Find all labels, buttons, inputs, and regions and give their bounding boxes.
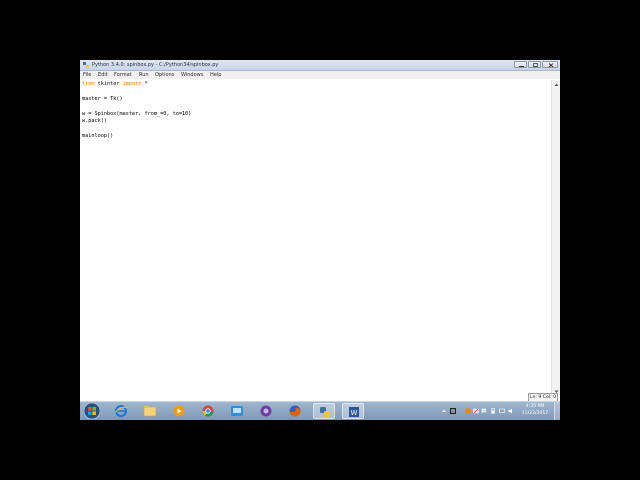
keyword-from: from [82, 81, 95, 87]
taskbar-chrome[interactable] [197, 403, 219, 419]
menu-format[interactable]: Format [114, 71, 132, 79]
menu-bar: File Edit Format Run Options Windows Hel… [80, 71, 560, 79]
taskbar-word[interactable]: W [342, 403, 364, 419]
close-button[interactable] [542, 61, 558, 68]
internet-explorer-icon [114, 405, 129, 417]
menu-edit[interactable]: Edit [98, 71, 108, 79]
clock-date[interactable]: 11/22/2017 [520, 411, 550, 416]
taskbar-firefox[interactable] [284, 403, 306, 419]
media-center-icon [260, 405, 272, 417]
chrome-icon [202, 405, 214, 417]
menu-options[interactable]: Options [155, 71, 174, 79]
taskbar-media-center[interactable] [255, 403, 277, 419]
show-desktop-button[interactable] [554, 402, 560, 420]
code-line-5: w = Spinbox(master, from_=0, to=10) [82, 111, 192, 117]
menu-run[interactable]: Run [139, 71, 149, 79]
taskbar-remote-desktop[interactable] [226, 403, 248, 419]
code-editor[interactable]: from tkinter import * master = Tk() w = … [80, 80, 551, 398]
taskbar-media-player[interactable] [168, 403, 190, 419]
folder-icon [143, 406, 157, 417]
close-icon [548, 63, 554, 68]
python-icon [320, 407, 330, 417]
window-title: Python 3.4.0: spinbox.py - C:/Python34/s… [92, 62, 219, 68]
maximize-button[interactable] [528, 61, 541, 68]
desktop-screen: Python 3.4.0: spinbox.py - C:/Python34/s… [80, 60, 560, 420]
start-orb-icon[interactable] [82, 402, 102, 420]
battery-icon[interactable] [490, 408, 496, 414]
menu-help[interactable]: Help [210, 71, 221, 79]
menu-windows[interactable]: Windows [181, 71, 203, 79]
code-line-1: from tkinter import * [82, 81, 148, 88]
remote-desktop-icon [231, 406, 243, 416]
vertical-scrollbar[interactable] [551, 80, 560, 398]
clock-time[interactable]: 4:35 PM [520, 404, 550, 409]
word-icon: W [349, 407, 359, 417]
show-hidden-icons-icon[interactable] [441, 408, 447, 414]
code-line-8: mainloop() [82, 133, 114, 139]
display-icon[interactable] [499, 408, 505, 414]
media-player-icon [173, 405, 185, 417]
code-text: tkinter [94, 81, 123, 87]
svg-text:W: W [351, 409, 358, 417]
taskbar-internet-explorer[interactable] [110, 403, 132, 419]
status-bar: Ln: 9 Col: 0 [80, 393, 560, 403]
minimize-icon [519, 66, 524, 67]
minimize-button[interactable] [514, 61, 527, 68]
python-icon [83, 62, 89, 68]
taskbar: W 4:35 PM 11/22/2017 [80, 401, 560, 420]
app-tray-icon[interactable] [465, 408, 471, 414]
code-line-6: w.pack() [82, 118, 107, 124]
menu-file[interactable]: File [83, 71, 91, 79]
restore-icon [533, 63, 538, 67]
pause-icon[interactable] [450, 408, 456, 414]
code-text: * [141, 81, 148, 87]
code-line-3: master = Tk() [82, 96, 123, 102]
scroll-up-icon[interactable] [553, 81, 560, 88]
title-bar[interactable]: Python 3.4.0: spinbox.py - C:/Python34/s… [80, 60, 560, 71]
firefox-icon [289, 405, 301, 417]
volume-icon[interactable] [508, 408, 514, 414]
keyword-import: import [122, 81, 142, 87]
network-icon[interactable] [473, 408, 479, 414]
taskbar-python-idle[interactable] [313, 403, 335, 419]
flag-icon[interactable] [481, 408, 487, 414]
taskbar-file-explorer[interactable] [139, 403, 161, 419]
